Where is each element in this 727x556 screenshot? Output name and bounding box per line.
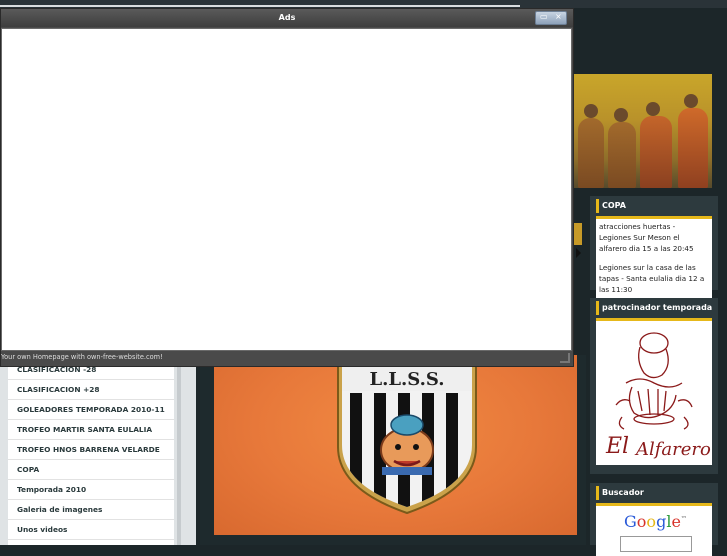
copa-block: COPA atracciones huertas - Legiones Sur …: [590, 196, 718, 305]
svg-text:Alfarero: Alfarero: [634, 439, 711, 460]
slider-arrow-icon[interactable]: [576, 248, 581, 258]
copa-entry: Legiones sur la casa de las tapas - Sant…: [599, 263, 705, 294]
sponsor-logo[interactable]: El Alfarero: [596, 321, 712, 465]
header-team-photo: [574, 74, 712, 188]
sponsor-title: patrocinador temporada: [590, 298, 718, 318]
popup-titlebar[interactable]: Ads ▭ ×: [1, 9, 573, 27]
search-title: Buscador: [590, 483, 718, 503]
popup-ad-content[interactable]: [1, 28, 572, 351]
menu-list: CLASIFICACION -28 CLASIFICACION +28 GOLE…: [8, 360, 174, 545]
club-crest-icon: L.L.S.S.: [337, 356, 477, 515]
resize-handle-icon[interactable]: [560, 353, 570, 363]
menu-item-galeria[interactable]: Galeria de imagenes: [8, 500, 174, 520]
crest-text: L.L.S.S.: [369, 369, 444, 390]
svg-text:El: El: [605, 434, 629, 459]
search-block: Buscador Google™: [590, 483, 718, 556]
popup-title: Ads: [278, 13, 296, 22]
menu-item-trofeo-barrena[interactable]: TROFEO HNOS BARRENA VELARDE: [8, 440, 174, 460]
crest-photo: L.L.S.S.: [214, 355, 577, 535]
google-logo: Google™: [624, 512, 687, 531]
menu-item-trofeo-martir[interactable]: TROFEO MARTIR SANTA EULALIA: [8, 420, 174, 440]
left-nav-menu: CLASIFICACION -28 CLASIFICACION +28 GOLE…: [0, 360, 196, 545]
alfarero-logo-icon: El Alfarero: [596, 321, 712, 465]
copa-title: COPA: [590, 196, 718, 216]
sponsor-block: patrocinador temporada El Alfarero: [590, 298, 718, 474]
menu-item-copa[interactable]: COPA: [8, 460, 174, 480]
menu-item-clasificacion-plus28[interactable]: CLASIFICACION +28: [8, 380, 174, 400]
close-icon[interactable]: ×: [555, 11, 562, 23]
menu-item-temporada-2010[interactable]: Temporada 2010: [8, 480, 174, 500]
ads-popup-window[interactable]: Ads ▭ × Your own Homepage with own-free-…: [0, 8, 574, 367]
top-rule: [0, 5, 520, 7]
search-widget: Google™: [596, 506, 712, 556]
copa-entry: atracciones huertas - Legiones Sur Meson…: [599, 222, 694, 253]
menu-item-videos[interactable]: Unos videos: [8, 520, 174, 540]
maximize-icon[interactable]: ▭: [540, 11, 548, 23]
search-input[interactable]: [620, 536, 692, 552]
popup-footer-link[interactable]: Your own Homepage with own-free-website.…: [1, 348, 573, 366]
copa-content: atracciones huertas - Legiones Sur Meson…: [596, 219, 712, 305]
window-controls: ▭ ×: [535, 11, 567, 25]
header-edge: [574, 223, 582, 245]
top-bar: [0, 0, 727, 8]
main-content: L.L.S.S.: [200, 355, 586, 545]
menu-item-goleadores[interactable]: GOLEADORES TEMPORADA 2010-11: [8, 400, 174, 420]
